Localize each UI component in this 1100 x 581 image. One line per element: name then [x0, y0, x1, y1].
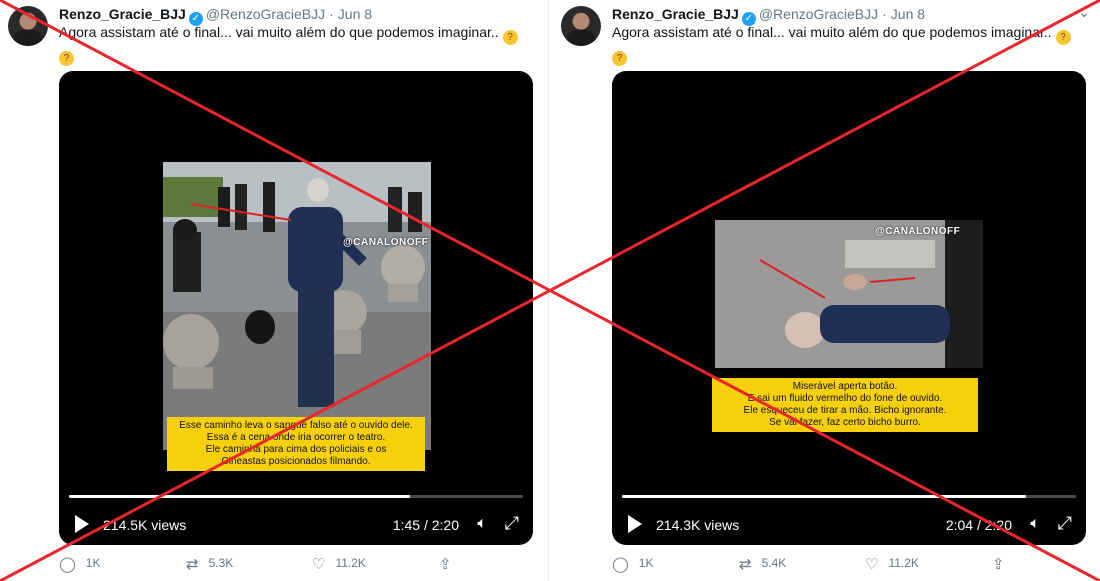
video-progress-bar[interactable] — [69, 495, 523, 498]
like-count: 11.2K — [335, 556, 366, 570]
caption-line: Cineastas posicionados filmando. — [221, 456, 371, 467]
video-time: 2:04 / 2:20 — [945, 517, 1012, 533]
like-count: 11.2K — [888, 556, 919, 570]
thinking-emoji-icon: ? — [612, 51, 627, 66]
volume-icon[interactable]: 🔈︎ — [1030, 515, 1040, 533]
play-icon[interactable] — [75, 515, 89, 533]
reply-icon: ◯ — [59, 556, 76, 573]
tweet-date[interactable]: Jun 8 — [338, 6, 372, 22]
video-caption: Miserável aperta botão. E sai um fluido … — [712, 378, 978, 432]
like-button[interactable]: ♡ 11.2K — [865, 555, 919, 573]
video-player[interactable]: @CANALONOFF Miserável aperta botão. E sa… — [612, 71, 1086, 545]
caption-line: Essa é a cena onde iria ocorrer o teatro… — [206, 432, 386, 443]
display-name[interactable]: Renzo_Gracie_BJJ — [612, 6, 739, 22]
thinking-emoji-icon: ? — [59, 51, 74, 66]
share-button[interactable]: ⇪ — [992, 555, 1015, 573]
tweet-actions: ◯ 1K ⇄ 5.3K ♡ 11.2K ⇪ — [59, 555, 533, 575]
video-watermark: @CANALONOFF — [875, 226, 961, 237]
avatar[interactable] — [8, 6, 48, 46]
retweet-count: 5.4K — [761, 556, 787, 570]
video-frame: @CANALONOFF — [163, 162, 431, 450]
retweet-count: 5.3K — [208, 556, 234, 570]
tweet-card[interactable]: Renzo_Gracie_BJJ ✓ @RenzoGracieBJJ · Jun 8 A… — [0, 0, 545, 581]
view-count: 214.5K views — [103, 517, 187, 533]
handle[interactable]: @RenzoGracieBJJ — [759, 6, 878, 22]
like-icon: ♡ — [865, 556, 879, 573]
display-name[interactable]: Renzo_Gracie_BJJ — [59, 6, 186, 22]
progress-fill — [622, 495, 1027, 498]
fullscreen-icon[interactable]: ⤢ — [1058, 513, 1072, 534]
separator-dot: · — [882, 6, 887, 22]
scene-protest-image — [163, 162, 431, 450]
reply-icon: ◯ — [612, 556, 629, 573]
video-watermark: @CANALONOFF — [343, 237, 429, 248]
caption-line: Miserável aperta botão. — [792, 381, 898, 392]
thinking-emoji-icon: ? — [1055, 30, 1071, 45]
reply-count: 1K — [638, 556, 654, 570]
progress-fill — [69, 495, 410, 498]
caption-line: Ele caminha para cima dos policiais e os — [205, 444, 387, 455]
reply-count: 1K — [85, 556, 101, 570]
column-divider — [548, 0, 549, 581]
reply-button[interactable]: ◯ 1K — [59, 555, 100, 573]
tweet-text: Agora assistam até o final... vai muito … — [612, 24, 1082, 66]
handle[interactable]: @RenzoGracieBJJ — [206, 6, 325, 22]
share-button[interactable]: ⇪ — [439, 555, 462, 573]
retweet-icon: ⇄ — [186, 556, 199, 573]
more-options-icon[interactable]: ⌄ — [1078, 4, 1090, 21]
tweet-actions: ◯ 1K ⇄ 5.4K ♡ 11.2K ⇪ — [612, 555, 1086, 575]
share-icon: ⇪ — [439, 556, 452, 573]
fullscreen-icon[interactable]: ⤢ — [505, 513, 519, 534]
video-frame: @CANALONOFF — [715, 220, 983, 368]
tweet-text-body: Agora assistam até o final... vai muito … — [59, 24, 499, 40]
tweet-header: Renzo_Gracie_BJJ ✓ @RenzoGracieBJJ · Jun 8 — [612, 6, 925, 26]
view-count: 214.3K views — [656, 517, 740, 533]
retweet-icon: ⇄ — [739, 556, 752, 573]
reply-button[interactable]: ◯ 1K — [612, 555, 653, 573]
thinking-emoji-icon: ? — [502, 30, 518, 45]
scene-ground-image — [715, 220, 983, 368]
separator-dot: · — [329, 6, 334, 22]
caption-line: Se vai fazer, faz certo bicho burro. — [769, 417, 921, 428]
like-icon: ♡ — [312, 556, 326, 573]
caption-line: E sai um fluido vermelho do fone de ouvi… — [747, 393, 943, 404]
retweet-button[interactable]: ⇄ 5.3K — [186, 555, 233, 573]
caption-line: Esse caminho leva o sangue falso até o o… — [179, 420, 413, 431]
play-icon[interactable] — [628, 515, 642, 533]
video-time: 1:45 / 2:20 — [392, 517, 459, 533]
tweet-text: Agora assistam até o final... vai muito … — [59, 24, 529, 66]
tweet-date[interactable]: Jun 8 — [891, 6, 925, 22]
video-caption: Esse caminho leva o sangue falso até o o… — [167, 417, 425, 471]
retweet-button[interactable]: ⇄ 5.4K — [739, 555, 786, 573]
tweet-header: Renzo_Gracie_BJJ ✓ @RenzoGracieBJJ · Jun 8 — [59, 6, 372, 26]
tweet-text-body: Agora assistam até o final... vai muito … — [612, 24, 1052, 40]
video-player[interactable]: @CANALONOFF Esse caminho leva o sangue f… — [59, 71, 533, 545]
video-progress-bar[interactable] — [622, 495, 1076, 498]
share-icon: ⇪ — [992, 556, 1005, 573]
like-button[interactable]: ♡ 11.2K — [312, 555, 366, 573]
avatar[interactable] — [561, 6, 601, 46]
tweet-card[interactable]: Renzo_Gracie_BJJ ✓ @RenzoGracieBJJ · Jun 8 ⌄… — [553, 0, 1098, 581]
caption-line: Ele esqueceu de tirar a mão. Bicho ignor… — [743, 405, 947, 416]
volume-icon[interactable]: 🔈︎ — [477, 515, 487, 533]
